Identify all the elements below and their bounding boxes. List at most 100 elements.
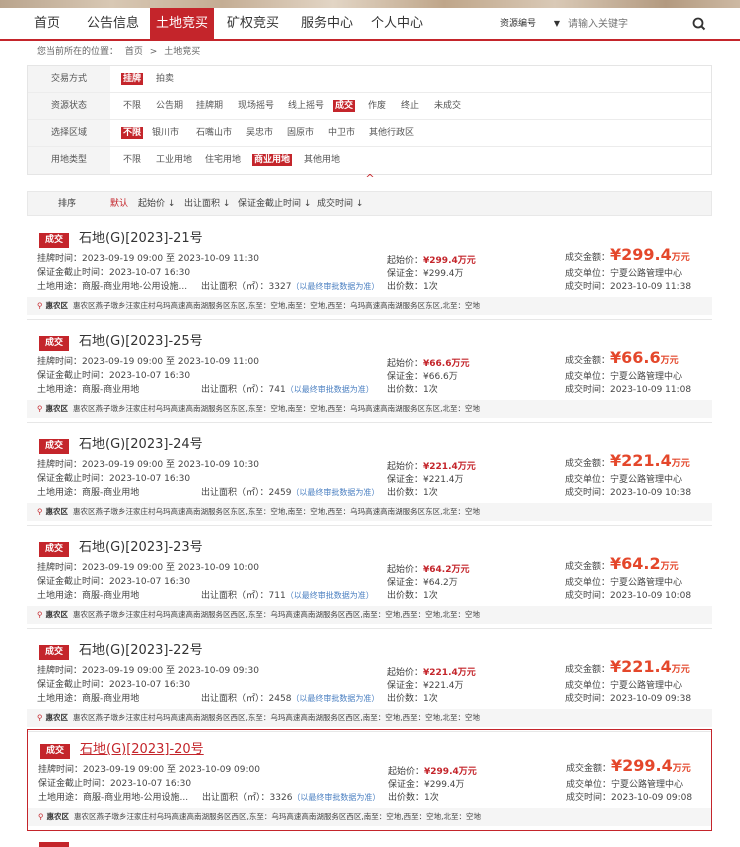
filter-option[interactable]: 银川市 [150,127,181,139]
listing-end-time: 2023-10-09 11:00 [177,357,259,367]
filter-option[interactable]: 固原市 [285,127,316,139]
nav-announcements[interactable]: 公告信息 [82,8,144,39]
deal-unit-label: 成交单位： [565,475,611,485]
to-label: 至 [167,765,177,775]
deal-amount: ¥299.4万元 [611,756,691,779]
listing-start-time: 2023-09-19 09:00 [82,460,164,470]
filter-option[interactable]: 终止 [399,100,421,112]
start-price-label: 起始价： [387,359,424,369]
search-input[interactable] [562,13,684,35]
deal-time-line: 成交时间：2023-10-09 09:38 [565,693,691,705]
nav-mining-bidding[interactable]: 矿权竞买 [222,8,284,39]
deposit-deadline-value: 2023-10-07 16:30 [110,779,192,789]
listing-item[interactable]: 成交 石地(G)[2023]-21号 挂牌时间：2023-09-19 09:00 至… [27,223,712,320]
to-label: 至 [166,666,176,676]
bid-count-line: 出价数：1次 [387,693,438,705]
sort-default[interactable]: 默认 [110,198,128,210]
start-price-value: ¥299.4万元 [423,256,476,266]
deposit-deadline-label: 保证金截止时间： [37,371,110,381]
sort-start-price[interactable]: 起始价 ↓ [138,198,175,210]
filter-option[interactable]: 作废 [366,100,388,112]
deal-time-line: 成交时间：2023-10-09 10:08 [565,590,691,602]
area-note: （以最终审批数据为准） [285,591,374,600]
filter-label: 选择区域 [28,120,110,146]
land-use-value: 商服-商业用地 [82,488,140,498]
start-price-value: ¥221.4万元 [423,462,476,472]
filter-option[interactable]: 线上摇号 [286,100,326,112]
land-use-label: 土地用途： [37,591,83,601]
area-value: 711 [268,591,286,601]
location-text: 惠农区燕子墩乡汪家庄村乌玛高速高南湖服务区东区,东至：空地,南至：空地,西至：乌… [73,301,481,310]
deal-time-label: 成交时间： [565,385,611,395]
filter-option[interactable]: 其他用地 [302,154,342,166]
sort-area[interactable]: 出让面积 ↓ [184,198,230,210]
filter-option[interactable]: 吴忠市 [244,127,275,139]
deposit-deadline-line: 保证金截止时间：2023-10-07 16:30 [37,267,190,279]
filter-panel: 交易方式 挂牌 拍卖 资源状态 不限 公告期 挂牌期 现场摇号 线上摇号 成交 … [27,65,712,175]
listing-title[interactable]: 石地(G)[2023]-20号 [80,741,204,759]
start-price-label: 起始价： [387,256,424,266]
filter-option[interactable]: 成交 [333,100,356,112]
listing-title[interactable]: 石地(G)[2023]-24号 [79,436,203,454]
filter-option[interactable]: 其他行政区 [367,127,416,139]
district-label: 惠农区 [45,713,69,722]
nav-service-center[interactable]: 服务中心 [296,8,358,39]
deal-unit-value: 宁夏公路管理中心 [611,780,684,790]
filter-option[interactable]: 商业用地 [252,154,293,166]
deal-amount-label: 成交金额： [565,562,611,572]
listing-item[interactable]: 成交 石地(G)[2023]-20号 挂牌时间：2023-09-19 09:00 至… [27,729,712,831]
collapse-filter-icon[interactable]: ^ [358,172,382,186]
filter-option[interactable]: 不限 [121,100,143,112]
status-badge: 成交 [39,439,69,454]
listing-item[interactable]: 成交 石地(G)[2023]-22号 挂牌时间：2023-09-19 09:00 至… [27,635,712,732]
listing-item[interactable]: 成交 石地(G)[2023]-24号 挂牌时间：2023-09-19 09:00 至… [27,429,712,526]
listing-title[interactable]: 石地(G)[2023]-21号 [79,230,203,248]
nav-personal-center[interactable]: 个人中心 [366,8,428,39]
deposit-deadline-line: 保证金截止时间：2023-10-07 16:30 [37,576,190,588]
filter-option[interactable]: 拍卖 [154,73,176,85]
listing-item[interactable]: 成交 石地(G)[2023]-23号 挂牌时间：2023-09-19 09:00 至… [27,532,712,629]
status-badge: 成交 [39,233,69,248]
deposit-deadline-label: 保证金截止时间： [37,577,110,587]
start-price-label: 起始价： [387,565,424,575]
breadcrumb-home[interactable]: 首页 [125,47,143,57]
filter-option[interactable]: 挂牌期 [194,100,225,112]
deposit-label: 保证金： [387,475,424,485]
listing-item[interactable]: 成交 石地(G)[2023]-25号 挂牌时间：2023-09-19 09:00 至… [27,326,712,423]
filter-option[interactable]: 工业用地 [154,154,194,166]
listing-time-line: 挂牌时间：2023-09-19 09:00 至 2023-10-09 09:00 [38,764,260,776]
listing-title[interactable]: 石地(G)[2023]-25号 [79,333,203,351]
filter-option[interactable]: 公告期 [154,100,185,112]
filter-option[interactable]: 现场摇号 [236,100,276,112]
sort-deal-time[interactable]: 成交时间 ↓ [317,198,363,210]
deposit-line: 保证金：¥64.2万 [387,577,458,589]
area-note: （以最终审批数据为准） [292,793,381,802]
listing-time-label: 挂牌时间： [37,357,83,367]
search-button[interactable] [684,13,714,35]
search-type-select[interactable]: 资源编号 ▼ [500,14,562,34]
filter-option[interactable]: 不限 [121,127,144,139]
filter-option[interactable]: 中卫市 [326,127,357,139]
listing-time-label: 挂牌时间： [38,765,84,775]
deal-amount-unit: 万元 [671,459,690,469]
deal-unit-label: 成交单位： [566,780,612,790]
location-pin-icon: ⚲ [37,301,43,310]
nav-land-bidding[interactable]: 土地竞买 [150,8,214,39]
filter-option[interactable]: 不限 [121,154,143,166]
sort-deposit-deadline[interactable]: 保证金截止时间 ↓ [238,198,311,210]
listing-title[interactable]: 石地(G)[2023]-22号 [79,642,203,660]
bid-count-value: 1次 [423,694,438,704]
to-label: 至 [166,357,176,367]
nav-home[interactable]: 首页 [24,8,70,39]
area-value: 2459 [268,488,292,498]
deal-time-label: 成交时间： [565,282,611,292]
location-bar: ⚲ 惠农区 惠农区燕子墩乡汪家庄村乌玛高速高南湖服务区东区,东至：空地,南至：空地,… [27,297,712,315]
filter-option[interactable]: 未成交 [432,100,463,112]
land-use-value: 商服-商业用地 [82,591,140,601]
filter-option[interactable]: 住宅用地 [203,154,243,166]
deal-unit-label: 成交单位： [565,578,611,588]
listing-title[interactable]: 石地(G)[2023]-23号 [79,539,203,557]
filter-option[interactable]: 挂牌 [121,73,144,85]
deal-time-value: 2023-10-09 11:08 [610,385,692,395]
filter-option[interactable]: 石嘴山市 [194,127,234,139]
